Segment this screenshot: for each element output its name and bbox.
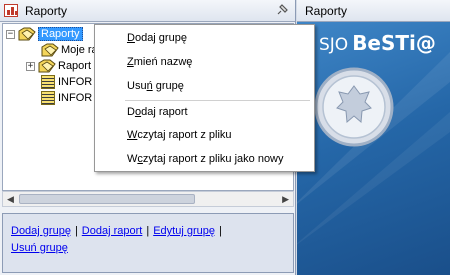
menu-item-add-group[interactable]: Dodaj grupę xyxy=(127,32,187,44)
delete-group-link[interactable]: Usuń grupę xyxy=(11,242,68,254)
tree-label[interactable]: INFOR xyxy=(58,92,92,104)
tree-node[interactable]: + Raport xyxy=(26,58,91,74)
reports-panel-header: Raporty xyxy=(0,0,295,22)
besti-banner: SJO BeSTi@ xyxy=(297,22,450,275)
context-menu: Dodaj grupę Zmień nazwę Usuń grupę Dodaj… xyxy=(94,24,315,172)
reports-chart-icon xyxy=(4,4,18,17)
expand-icon[interactable]: + xyxy=(26,61,35,71)
tree-node[interactable]: INFOR xyxy=(41,90,92,106)
separator: | xyxy=(74,225,78,237)
tree-label[interactable]: Raport xyxy=(58,60,91,72)
content-panel-header: Raporty xyxy=(297,0,450,22)
actions-box: Dodaj grupę | Dodaj raport | Edytuj grupę | U… xyxy=(2,213,294,273)
scrollbar-thumb[interactable] xyxy=(19,194,195,204)
menu-item-rename[interactable]: Zmień nazwę xyxy=(127,56,192,68)
collapse-icon[interactable]: − xyxy=(6,29,15,39)
pin-icon[interactable] xyxy=(275,3,289,17)
banner-prefix: SJO xyxy=(319,35,349,55)
menu-item-load-report-as-new[interactable]: Wczytaj raport z pliku jako nowy xyxy=(127,153,284,165)
menu-separator xyxy=(125,100,310,101)
horizontal-scrollbar[interactable]: ◀ ▶ xyxy=(2,191,294,207)
menu-item-delete-group[interactable]: Usuń grupę xyxy=(127,80,184,92)
folder-icon xyxy=(41,43,59,57)
reports-content-panel: Raporty SJO BeSTi@ xyxy=(297,0,450,275)
menu-item-add-report[interactable]: Dodaj raport xyxy=(127,106,188,118)
folder-icon xyxy=(18,27,36,41)
tree-node-root[interactable]: − Raporty xyxy=(6,26,83,42)
tree-node[interactable]: INFOR xyxy=(41,74,92,90)
tree-label[interactable]: INFOR xyxy=(58,76,92,88)
add-report-link[interactable]: Dodaj raport xyxy=(82,225,143,237)
banner-logo: SJO BeSTi@ xyxy=(319,31,436,55)
tree-label[interactable]: Moje ra xyxy=(61,44,98,56)
add-group-link[interactable]: Dodaj grupę xyxy=(11,225,71,237)
separator: | xyxy=(218,225,222,237)
content-panel-title: Raporty xyxy=(305,4,348,18)
edit-group-link[interactable]: Edytuj grupę xyxy=(153,225,215,237)
folder-icon xyxy=(38,59,56,73)
scroll-left-icon[interactable]: ◀ xyxy=(7,194,14,205)
scroll-right-icon[interactable]: ▶ xyxy=(282,194,289,205)
coin-emblem-icon xyxy=(314,67,394,147)
tree-label-root[interactable]: Raporty xyxy=(38,27,83,41)
separator: | xyxy=(146,225,150,237)
banner-brand: BeSTi@ xyxy=(352,31,436,55)
report-doc-icon xyxy=(41,91,55,105)
menu-item-load-report-from-file[interactable]: Wczytaj raport z pliku xyxy=(127,129,232,141)
reports-panel-title: Raporty xyxy=(25,4,68,18)
tree-node[interactable]: Moje ra xyxy=(41,42,98,58)
report-doc-icon xyxy=(41,75,55,89)
